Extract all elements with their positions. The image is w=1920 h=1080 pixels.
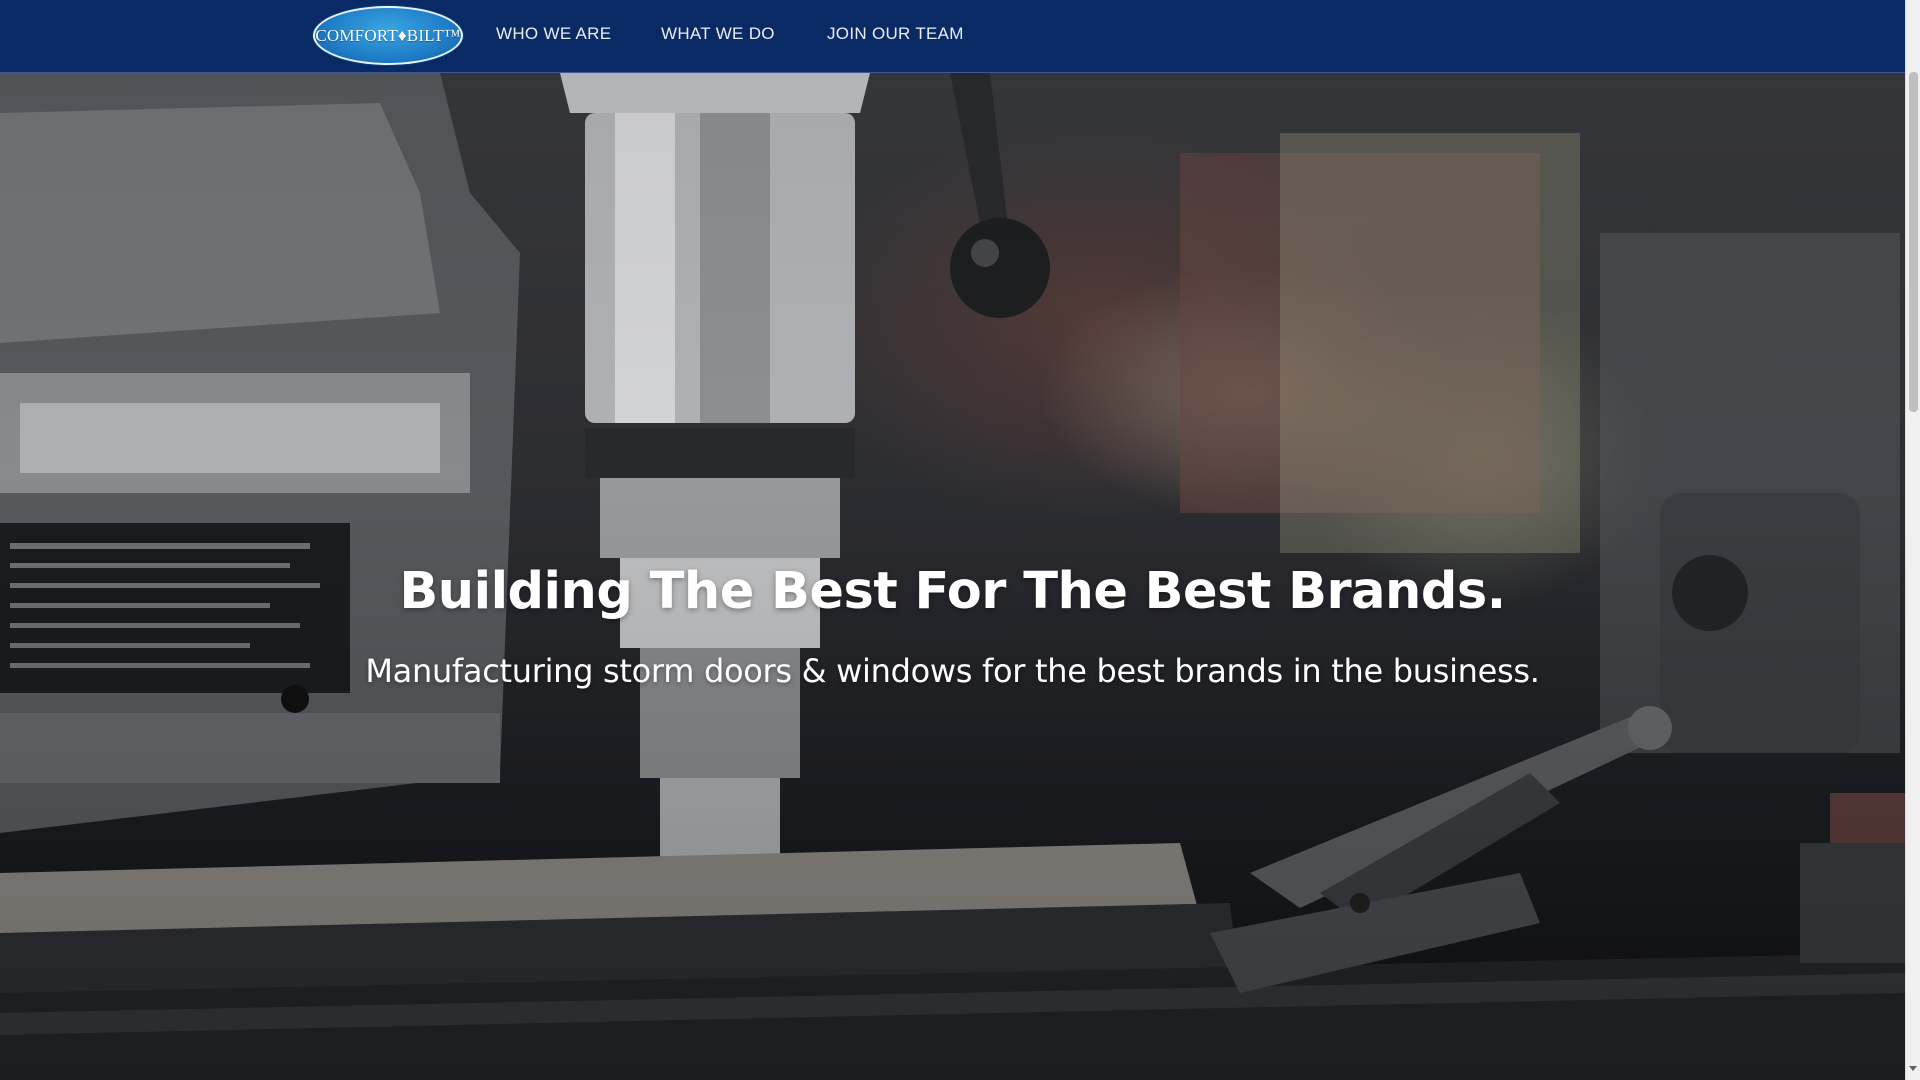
page: COMFORT♦BILT™ WHO WE ARE WHAT WE DO JOIN… <box>0 0 1920 1080</box>
nav-link-what-we-do[interactable]: WHAT WE DO <box>661 24 775 44</box>
nav-link-join-our-team[interactable]: JOIN OUR TEAM <box>827 24 964 44</box>
scrollbar-thumb[interactable] <box>1909 72 1918 412</box>
nav-link-who-we-are[interactable]: WHO WE ARE <box>496 24 611 44</box>
comfort-bilt-logo[interactable]: COMFORT♦BILT™ <box>313 6 463 65</box>
top-navbar: COMFORT♦BILT™ WHO WE ARE WHAT WE DO JOIN… <box>0 0 1905 73</box>
scroll-down-arrow-icon[interactable] <box>1909 1066 1917 1071</box>
vertical-scrollbar[interactable] <box>1905 0 1920 1080</box>
hero-title: Building The Best For The Best Brands. <box>399 562 1506 622</box>
logo-text: COMFORT♦BILT™ <box>315 25 461 45</box>
hero-subtitle: Manufacturing storm doors & windows for … <box>365 652 1540 690</box>
